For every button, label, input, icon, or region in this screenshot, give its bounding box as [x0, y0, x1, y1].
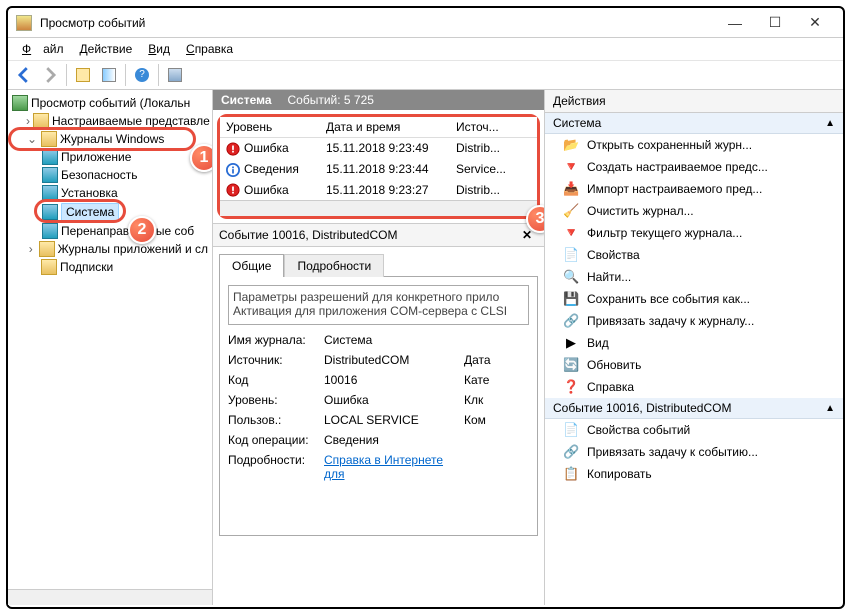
- action-item[interactable]: 💾Сохранить все события как...: [545, 288, 843, 310]
- action-item[interactable]: 🔻Фильтр текущего журнала...: [545, 222, 843, 244]
- event-grid: Уровень Дата и время Источ... Ошибка15.1…: [217, 114, 540, 219]
- detail-description: Параметры разрешений для конкретного при…: [228, 285, 529, 325]
- tree-root[interactable]: Просмотр событий (Локальн: [10, 94, 210, 112]
- label-level: Уровень:: [228, 393, 324, 407]
- menu-help[interactable]: Справка: [180, 40, 239, 58]
- menu-bar: Файл Действие Вид Справка: [8, 38, 843, 60]
- actions-header: Действия: [545, 90, 843, 113]
- label-code: Код: [228, 373, 324, 387]
- event-row[interactable]: Сведения15.11.2018 9:23:44Service...: [220, 159, 537, 180]
- highlight-1: [8, 127, 196, 151]
- tab-details[interactable]: Подробности: [284, 254, 384, 277]
- value-level: Ошибка: [324, 393, 464, 407]
- value-opcode: Сведения: [324, 433, 464, 447]
- action-item[interactable]: 🔗Привязать задачу к событию...: [545, 441, 843, 463]
- label-opcode: Код операции:: [228, 433, 324, 447]
- window-title: Просмотр событий: [40, 16, 715, 30]
- tree-subscriptions[interactable]: Подписки: [10, 258, 210, 276]
- detail-body: Параметры разрешений для конкретного при…: [219, 276, 538, 536]
- center-header: СистемаСобытий: 5 725: [213, 90, 544, 110]
- forward-button[interactable]: [38, 63, 62, 87]
- tree-app-services[interactable]: ›Журналы приложений и сл: [10, 240, 210, 258]
- menu-action[interactable]: Действие: [74, 40, 139, 58]
- detail-header: Событие 10016, DistributedCOM ✕: [213, 223, 544, 247]
- app-icon: [16, 15, 32, 31]
- value-log: Система: [324, 333, 464, 347]
- help-icon[interactable]: ?: [130, 63, 154, 87]
- col-level[interactable]: Уровень: [220, 117, 320, 137]
- action-item[interactable]: 📄Свойства: [545, 244, 843, 266]
- action-item[interactable]: 📂Открыть сохраненный журн...: [545, 134, 843, 156]
- action-item[interactable]: 🔍Найти...: [545, 266, 843, 288]
- action-item[interactable]: ❓Справка: [545, 376, 843, 398]
- action-item[interactable]: 📥Импорт настраиваемого пред...: [545, 178, 843, 200]
- event-row[interactable]: Ошибка15.11.2018 9:23:49Distrib...: [220, 138, 537, 159]
- close-button[interactable]: ✕: [795, 9, 835, 37]
- tab-general[interactable]: Общие: [219, 254, 284, 277]
- minimize-button[interactable]: —: [715, 9, 755, 37]
- label-log: Имя журнала:: [228, 333, 324, 347]
- label-user: Пользов.:: [228, 413, 324, 427]
- menu-view[interactable]: Вид: [142, 40, 176, 58]
- event-row[interactable]: Ошибка15.11.2018 9:23:27Distrib...: [220, 180, 537, 201]
- tree-security[interactable]: Безопасность: [10, 166, 210, 184]
- value-user: LOCAL SERVICE: [324, 413, 464, 427]
- center-pane: СистемаСобытий: 5 725 Уровень Дата и вре…: [213, 90, 545, 605]
- tree-scrollbar[interactable]: [8, 589, 212, 605]
- action-item[interactable]: 📋Копировать: [545, 463, 843, 485]
- tree-pane: Просмотр событий (Локальн ›Настраиваемые…: [8, 90, 213, 605]
- details-link[interactable]: Справка в Интернете для: [324, 453, 443, 481]
- bubble-1: 1: [190, 144, 213, 172]
- col-source[interactable]: Источ...: [450, 117, 537, 137]
- menu-file[interactable]: Файл: [16, 40, 70, 58]
- label-source: Источник:: [228, 353, 324, 367]
- action-item[interactable]: ▶Вид: [545, 332, 843, 354]
- action-item[interactable]: 🧹Очистить журнал...: [545, 200, 843, 222]
- tree-forwarded[interactable]: Перенаправленные соб: [10, 222, 210, 240]
- grid-scrollbar[interactable]: [220, 200, 537, 216]
- action-item[interactable]: 📄Свойства событий: [545, 419, 843, 441]
- bubble-2: 2: [128, 216, 156, 244]
- actions-sub-system[interactable]: Система▲: [545, 113, 843, 134]
- action-item[interactable]: 🔄Обновить: [545, 354, 843, 376]
- toolbar: ?: [8, 60, 843, 90]
- titlebar: Просмотр событий — ☐ ✕: [8, 8, 843, 38]
- toolbar-btn-1[interactable]: [71, 63, 95, 87]
- col-date[interactable]: Дата и время: [320, 117, 450, 137]
- back-button[interactable]: [12, 63, 36, 87]
- action-item[interactable]: 🔻Создать настраиваемое предс...: [545, 156, 843, 178]
- actions-pane: Действия Система▲ 📂Открыть сохраненный ж…: [545, 90, 843, 605]
- toolbar-btn-2[interactable]: [97, 63, 121, 87]
- value-source: DistributedCOM: [324, 353, 464, 367]
- value-code: 10016: [324, 373, 464, 387]
- maximize-button[interactable]: ☐: [755, 9, 795, 37]
- label-details: Подробности:: [228, 453, 324, 481]
- toolbar-btn-3[interactable]: [163, 63, 187, 87]
- highlight-2: [34, 199, 126, 223]
- action-item[interactable]: 🔗Привязать задачу к журналу...: [545, 310, 843, 332]
- actions-sub-event[interactable]: Событие 10016, DistributedCOM▲: [545, 398, 843, 419]
